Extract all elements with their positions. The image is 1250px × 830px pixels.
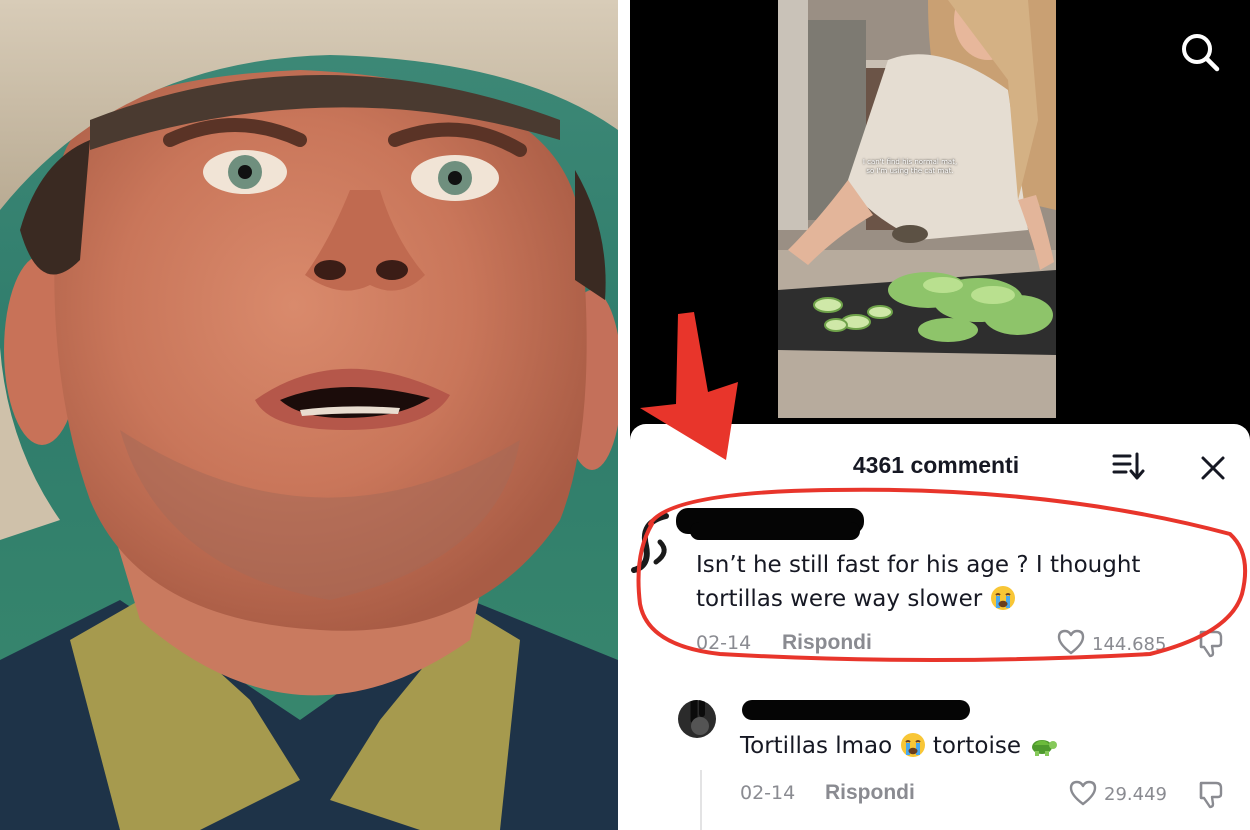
highlight-circle xyxy=(636,487,1248,662)
turtle-emoji xyxy=(1028,732,1058,758)
startled-cowboy-photo xyxy=(0,0,618,830)
reply-thread-line xyxy=(700,770,702,830)
video-caption-line-2: so I'm using the cat mat. xyxy=(866,167,954,175)
redacted-username xyxy=(742,700,970,720)
tiktok-screenshot: I can't find his normal mat, so I'm usin… xyxy=(630,0,1250,830)
heart-icon[interactable] xyxy=(1068,779,1098,807)
video-caption: I can't find his normal mat, so I'm usin… xyxy=(840,158,980,176)
reply-date: 02-14 xyxy=(740,782,796,804)
video-caption-line-1: I can't find his normal mat, xyxy=(862,158,958,166)
reply-text-1: Tortillas lmao xyxy=(740,733,893,759)
likes-count: 29.449 xyxy=(1104,784,1167,805)
search-icon[interactable] xyxy=(1178,30,1222,74)
sort-icon[interactable] xyxy=(1110,450,1146,482)
reply-button[interactable]: Rispondi xyxy=(825,781,915,805)
dislike-icon[interactable] xyxy=(1196,779,1226,809)
loudly-crying-face-emoji xyxy=(900,732,926,758)
commenter-avatar[interactable] xyxy=(678,700,716,738)
reply-text-2: tortoise xyxy=(932,733,1022,759)
panel-divider xyxy=(618,0,630,830)
close-icon[interactable] xyxy=(1195,451,1231,485)
red-arrow-icon xyxy=(640,312,738,460)
reply-body: Tortillas lmao tortoise xyxy=(740,729,1240,763)
comments-sheet: 4361 commenti Isn’t he still fast for hi… xyxy=(630,424,1250,830)
video-player[interactable]: I can't find his normal mat, so I'm usin… xyxy=(778,0,1056,418)
